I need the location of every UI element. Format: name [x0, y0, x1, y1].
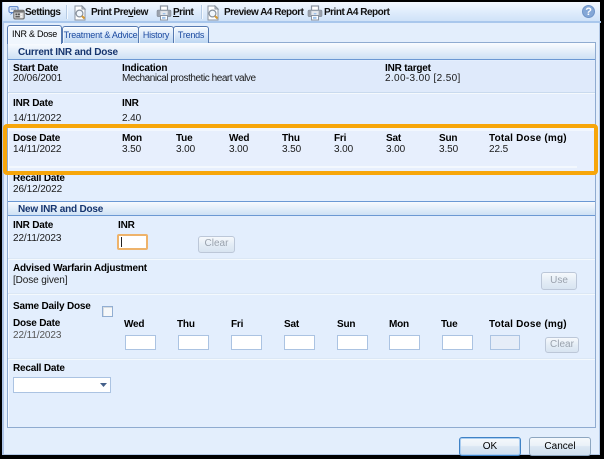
svg-text:?: ? [585, 6, 592, 18]
